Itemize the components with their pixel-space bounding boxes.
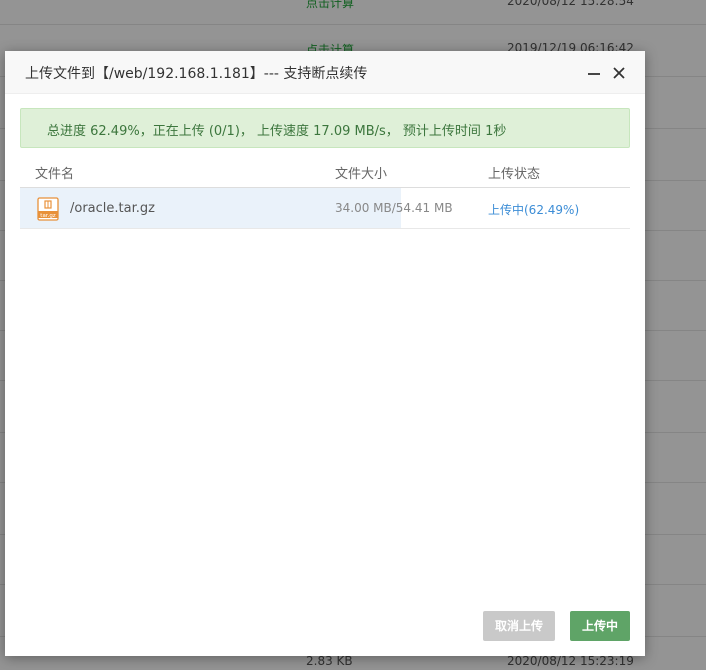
close-icon[interactable] (611, 65, 627, 81)
minimize-icon[interactable] (586, 65, 602, 81)
cancel-upload-button[interactable]: 取消上传 (483, 611, 555, 641)
file-row: tar.gz /oracle.tar.gz 34.00 MB/54.41 MB … (20, 188, 630, 229)
column-filename: 文件名 (35, 167, 75, 182)
upload-dialog: 上传文件到【/web/192.168.1.181】--- 支持断点续传 总进度 … (5, 51, 645, 656)
upload-progress-banner: 总进度 62.49%，正在上传 (0/1)， 上传速度 17.09 MB/s， … (20, 108, 630, 148)
file-name: /oracle.tar.gz (70, 201, 155, 216)
upload-button[interactable]: 上传中 (570, 611, 630, 641)
column-filesize: 文件大小 (335, 167, 388, 182)
file-table-header: 文件名 文件大小 上传状态 (20, 153, 630, 188)
svg-text:tar.gz: tar.gz (40, 213, 56, 219)
archive-tar-icon: tar.gz (37, 197, 59, 221)
dialog-header: 上传文件到【/web/192.168.1.181】--- 支持断点续传 (5, 51, 645, 94)
column-status: 上传状态 (488, 167, 541, 182)
file-size: 34.00 MB/54.41 MB (335, 201, 453, 215)
upload-status: 上传中(62.49%) (488, 203, 580, 217)
progress-summary: 总进度 62.49%，正在上传 (0/1)， 上传速度 17.09 MB/s， … (47, 124, 507, 139)
dialog-title: 上传文件到【/web/192.168.1.181】--- 支持断点续传 (25, 66, 368, 82)
